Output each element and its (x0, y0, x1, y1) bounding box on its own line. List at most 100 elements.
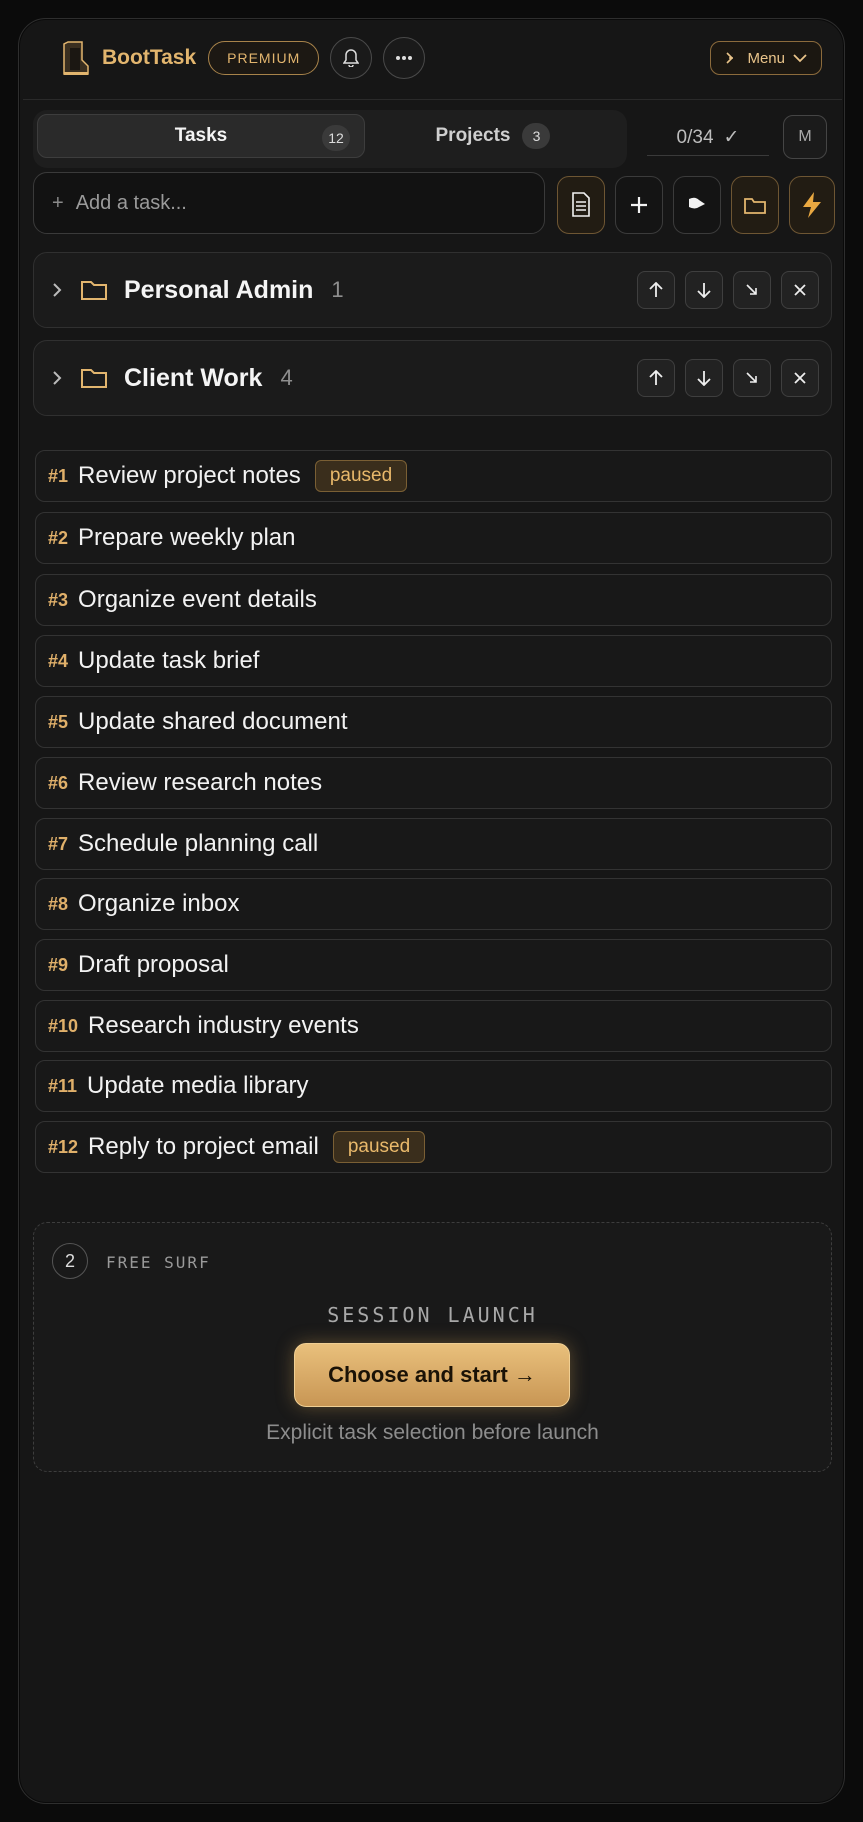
move-down-button[interactable] (685, 359, 723, 397)
task-row[interactable]: #11 Update media library (35, 1060, 832, 1112)
add-task-input[interactable]: + Add a task... (33, 172, 545, 234)
task-title: Draft proposal (78, 951, 229, 978)
chevron-right-icon[interactable] (52, 282, 62, 298)
task-row[interactable]: #2 Prepare weekly plan (35, 512, 832, 564)
task-number: #8 (48, 893, 69, 914)
notes-button[interactable] (557, 176, 605, 234)
task-row[interactable]: #5 Update shared document (35, 696, 832, 748)
user-avatar[interactable]: M (783, 115, 827, 159)
tab-projects[interactable]: Projects 3 (373, 114, 613, 158)
app-header: BootTask PREMIUM Menu (19, 19, 844, 97)
folder-button[interactable] (731, 176, 779, 234)
task-row[interactable]: #4 Update task brief (35, 635, 832, 687)
session-title: SESSION LAUNCH (327, 1303, 538, 1327)
task-row[interactable]: #8 Organize inbox (35, 878, 832, 930)
session-hint: Explicit task selection before launch (266, 1421, 599, 1444)
task-number: #1 (48, 465, 69, 486)
task-title: Organize inbox (78, 890, 240, 917)
collapse-button[interactable] (733, 271, 771, 309)
menu-label: Menu (747, 49, 785, 67)
add-task-placeholder: Add a task... (75, 191, 187, 214)
task-title: Update media library (87, 1072, 309, 1099)
folder-row[interactable]: Personal Admin 1 (33, 252, 832, 328)
check-icon: ✓ (723, 127, 740, 148)
document-icon (572, 192, 590, 217)
progress-counter: 0/34 ✓ (647, 120, 769, 156)
task-row[interactable]: #9 Draft proposal (35, 939, 832, 991)
task-row[interactable]: #3 Organize event details (35, 574, 832, 626)
task-title: Review research notes (78, 769, 323, 796)
premium-badge[interactable]: PREMIUM (208, 41, 320, 75)
task-number: #3 (48, 589, 69, 610)
chevron-down-icon (793, 53, 807, 62)
task-row[interactable]: #1 Review project notes paused (35, 450, 832, 502)
move-up-button[interactable] (637, 271, 675, 309)
bell-icon (343, 49, 360, 67)
task-title: Prepare weekly plan (78, 524, 296, 551)
flag-button[interactable] (673, 176, 721, 234)
delete-button[interactable] (781, 271, 819, 309)
task-title: Reply to project email (88, 1133, 319, 1160)
folder-icon (744, 198, 766, 214)
folder-count: 1 (331, 277, 344, 302)
collapse-button[interactable] (733, 359, 771, 397)
tab-projects-count: 3 (522, 123, 551, 149)
task-number: #5 (48, 711, 69, 732)
collapse-icon (726, 52, 734, 64)
diagonal-arrow-icon (746, 284, 757, 295)
task-title: Update task brief (78, 647, 260, 674)
arrow-up-icon (649, 282, 663, 297)
task-number: #6 (48, 772, 69, 793)
task-number: #9 (48, 954, 69, 975)
session-launch-card: 2 FREE SURF SESSION LAUNCH Choose and st… (33, 1222, 832, 1472)
delete-button[interactable] (781, 359, 819, 397)
app-window: BootTask PREMIUM Menu Tasks 12 Projects … (18, 18, 845, 1804)
task-row[interactable]: #6 Review research notes (35, 757, 832, 809)
folder-count: 4 (280, 365, 293, 390)
main-panel: Tasks 12 Projects 3 0/34 ✓ M + Add a tas… (23, 99, 842, 1799)
tab-bar: Tasks 12 Projects 3 (33, 110, 627, 168)
status-badge: paused (314, 460, 408, 492)
task-number: #4 (48, 650, 69, 671)
task-title: Update shared document (78, 708, 348, 735)
move-down-button[interactable] (685, 271, 723, 309)
tab-projects-label: Projects (435, 125, 511, 146)
task-number: #12 (48, 1136, 79, 1157)
arrow-down-icon (697, 283, 711, 298)
task-row[interactable]: #12 Reply to project email paused (35, 1121, 832, 1173)
task-title: Schedule planning call (78, 830, 319, 857)
tab-tasks[interactable]: Tasks 12 (37, 114, 365, 158)
notifications-button[interactable] (330, 37, 373, 79)
task-number: #10 (48, 1015, 79, 1036)
more-options-button[interactable] (383, 37, 426, 79)
folder-name: Personal Admin (124, 275, 314, 304)
brand-name: BootTask (102, 46, 197, 69)
task-row[interactable]: #10 Research industry events (35, 1000, 832, 1052)
plus-icon: + (52, 191, 64, 214)
chevron-right-icon[interactable] (52, 370, 62, 386)
tab-tasks-label: Tasks (174, 125, 228, 146)
menu-button[interactable]: Menu (710, 41, 822, 75)
add-button[interactable] (615, 176, 663, 234)
lightning-icon (803, 192, 821, 218)
arrow-up-icon (649, 370, 663, 385)
boot-logo-icon (61, 38, 91, 78)
tab-tasks-count: 12 (322, 125, 350, 151)
task-title: Research industry events (88, 1012, 359, 1039)
ellipsis-icon (396, 56, 413, 60)
step-number: 2 (52, 1243, 88, 1279)
task-title: Organize event details (78, 586, 317, 613)
close-icon (794, 372, 806, 384)
choose-and-start-button[interactable]: Choose and start → (294, 1343, 570, 1407)
quick-action-button[interactable] (789, 176, 835, 234)
diagonal-arrow-icon (746, 372, 757, 383)
move-up-button[interactable] (637, 359, 675, 397)
arrow-down-icon (697, 371, 711, 386)
status-badge: paused (332, 1131, 426, 1163)
plus-icon (631, 197, 647, 213)
progress-text: 0/34 (676, 126, 714, 148)
folder-row[interactable]: Client Work 4 (33, 340, 832, 416)
task-row[interactable]: #7 Schedule planning call (35, 818, 832, 870)
close-icon (794, 284, 806, 296)
mode-label: FREE SURF (106, 1253, 211, 1272)
